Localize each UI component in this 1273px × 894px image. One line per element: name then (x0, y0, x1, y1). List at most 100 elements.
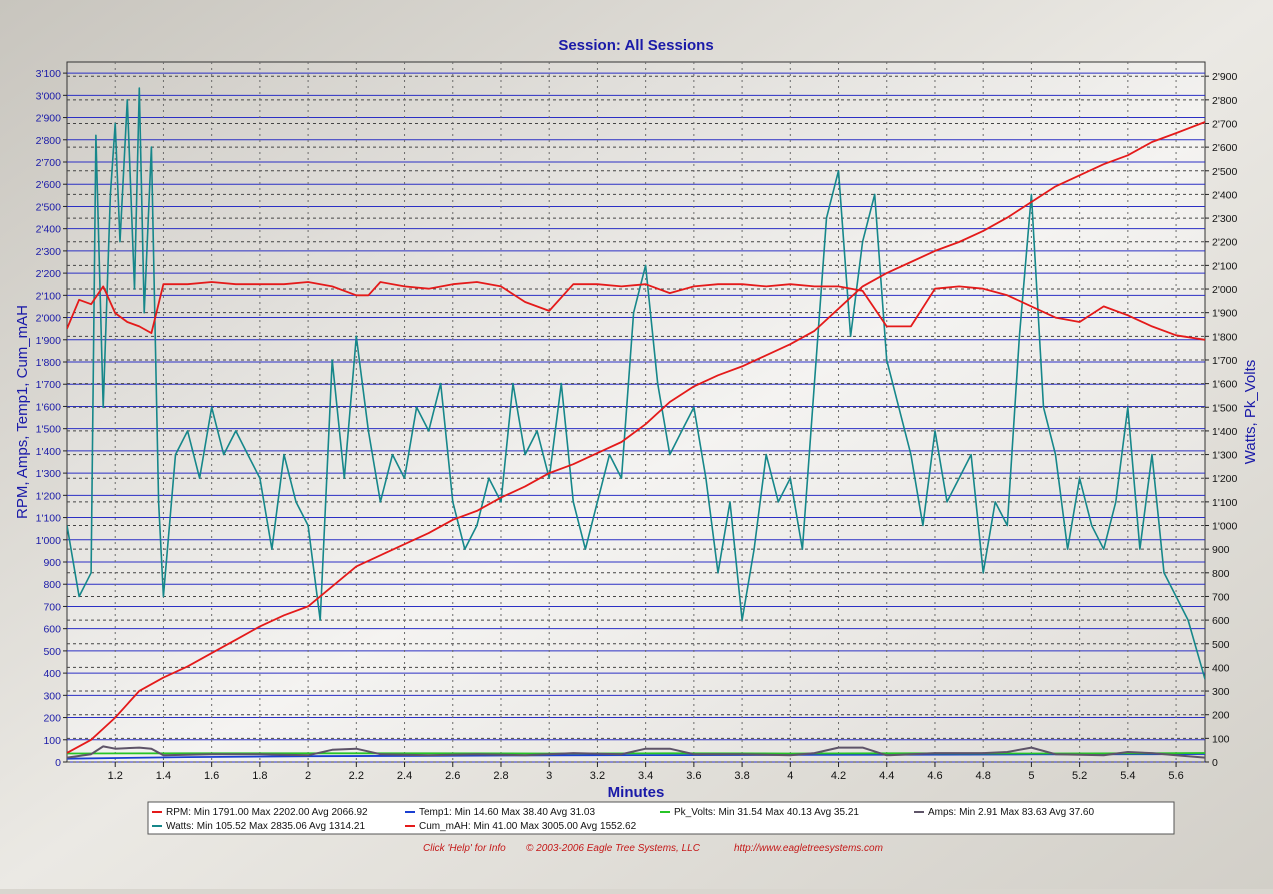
plot-area (66, 61, 1206, 763)
y-right-tick-label-21: 2'100 (1212, 260, 1238, 272)
y-left-tick-label-0: 0 (55, 757, 61, 769)
x-tick-label-21: 5.4 (1120, 770, 1135, 782)
y-right-tick-label-26: 2'600 (1212, 142, 1238, 154)
y-left-tick-label-26: 2'600 (36, 179, 62, 191)
y-left-tick-label-22: 2'200 (36, 268, 62, 280)
x-tick-label-4: 2 (305, 770, 311, 782)
y-left-tick-label-5: 500 (43, 646, 61, 658)
y-right-tick-label-15: 1'500 (1212, 402, 1238, 414)
y-right-tick-label-2: 200 (1212, 710, 1230, 722)
y-right-tick-label-7: 700 (1212, 591, 1230, 603)
x-tick-label-12: 3.6 (686, 770, 701, 782)
y-left-tick-label-4: 400 (43, 668, 61, 680)
x-tick-label-15: 4.2 (831, 770, 846, 782)
y-right-tick-label-25: 2'500 (1212, 166, 1238, 178)
y-right-tick-label-5: 500 (1212, 639, 1230, 651)
y-left-tick-label-8: 800 (43, 579, 61, 591)
y-left-tick-label-31: 3'100 (36, 68, 62, 80)
y-right-tick-label-12: 1'200 (1212, 473, 1238, 485)
footer-copyright: © 2003-2006 Eagle Tree Systems, LLC (526, 843, 701, 854)
x-tick-label-16: 4.4 (879, 770, 894, 782)
y-left-tick-label-16: 1'600 (36, 401, 62, 413)
x-tick-label-19: 5 (1028, 770, 1034, 782)
y-left-tick-label-13: 1'300 (36, 468, 62, 480)
y-right-tick-label-19: 1'900 (1212, 308, 1238, 320)
y-right-tick-label-14: 1'400 (1212, 426, 1238, 438)
y-right-tick-label-8: 800 (1212, 568, 1230, 580)
y-left-tick-label-7: 700 (43, 601, 61, 613)
legend-entry-pk_volts: Pk_Volts: Min 31.54 Max 40.13 Avg 35.21 (674, 807, 859, 818)
legend-entry-rpm: RPM: Min 1791.00 Max 2202.00 Avg 2066.92 (166, 807, 368, 818)
y-left-tick-label-12: 1'200 (36, 490, 62, 502)
x-tick-label-1: 1.4 (156, 770, 171, 782)
y-left-axis-label: RPM, Amps, Temp1, Cum_mAH (14, 305, 31, 519)
y-left-tick-label-27: 2'700 (36, 157, 62, 169)
y-right-tick-label-0: 0 (1212, 757, 1218, 769)
y-left-tick-label-24: 2'400 (36, 224, 62, 236)
y-right-tick-label-20: 2'000 (1212, 284, 1238, 296)
y-left-tick-label-28: 2'800 (36, 135, 62, 147)
y-right-tick-label-22: 2'200 (1212, 237, 1238, 249)
x-tick-label-18: 4.8 (976, 770, 991, 782)
y-left-tick-label-21: 2'100 (36, 290, 62, 302)
y-right-tick-label-11: 1'100 (1212, 497, 1238, 509)
y-right-tick-label-16: 1'600 (1212, 379, 1238, 391)
y-left-tick-label-18: 1'800 (36, 357, 62, 369)
y-right-tick-label-23: 2'300 (1212, 213, 1238, 225)
chart-svg: 1.2 1.4 1.6 1.8 2 2.2 2.4 2.6 2.8 3 3.2 3.4 3.6 3.8 4 4… (0, 0, 1273, 889)
footer-help[interactable]: Click 'Help' for Info (423, 843, 506, 854)
y-left-tick-label-10: 1'000 (36, 535, 62, 547)
chart-title: Session: All Sessions (558, 37, 713, 54)
x-tick-label-6: 2.4 (397, 770, 412, 782)
y-right-tick-label-13: 1'300 (1212, 450, 1238, 462)
y-left-tick-label-23: 2'300 (36, 246, 62, 258)
y-right-tick-label-29: 2'900 (1212, 71, 1238, 83)
x-tick-label-20: 5.2 (1072, 770, 1087, 782)
footer-url-link[interactable]: http://www.eagletreesystems.com (734, 843, 883, 854)
legend-entry-cum_mah: Cum_mAH: Min 41.00 Max 3005.00 Avg 1552.… (419, 821, 637, 832)
y-right-tick-label-18: 1'800 (1212, 331, 1238, 343)
y-left-tick-label-19: 1'900 (36, 335, 62, 347)
y-left-tick-label-20: 2'000 (36, 313, 62, 325)
x-tick-label-9: 3 (546, 770, 552, 782)
x-tick-label-8: 2.8 (493, 770, 508, 782)
legend-entry-watts: Watts: Min 105.52 Max 2835.06 Avg 1314.2… (166, 821, 365, 832)
x-tick-label-5: 2.2 (349, 770, 364, 782)
y-right-tick-label-4: 400 (1212, 662, 1230, 674)
y-right-tick-label-6: 600 (1212, 615, 1230, 627)
y-right-tick-label-27: 2'700 (1212, 118, 1238, 130)
y-left-tick-label-9: 900 (43, 557, 61, 569)
y-right-tick-label-9: 900 (1212, 544, 1230, 556)
y-left-tick-label-15: 1'500 (36, 424, 62, 436)
y-left-tick-label-17: 1'700 (36, 379, 62, 391)
y-left-tick-label-30: 3'000 (36, 90, 62, 102)
y-left-tick-label-11: 1'100 (36, 513, 62, 525)
y-left-tick-label-1: 100 (43, 735, 61, 747)
y-left-tick-label-6: 600 (43, 624, 61, 636)
y-right-axis-label: Watts, Pk_Volts (1242, 360, 1259, 464)
x-tick-label-10: 3.2 (590, 770, 605, 782)
x-tick-label-11: 3.4 (638, 770, 653, 782)
y-left-tick-label-29: 2'900 (36, 113, 62, 125)
legend-entry-amps: Amps: Min 2.91 Max 83.63 Avg 37.60 (928, 807, 1094, 818)
x-tick-label-3: 1.8 (252, 770, 267, 782)
x-tick-label-13: 3.8 (734, 770, 749, 782)
y-right-tick-label-17: 1'700 (1212, 355, 1238, 367)
x-tick-label-0: 1.2 (108, 770, 123, 782)
x-tick-label-7: 2.6 (445, 770, 460, 782)
footer: Click 'Help' for Info © 2003-2006 Eagle … (423, 843, 883, 854)
x-tick-label-22: 5.6 (1168, 770, 1183, 782)
eagle-tree-chart-window: 1.2 1.4 1.6 1.8 2 2.2 2.4 2.6 2.8 3 3.2 3.4 3.6 3.8 4 4… (0, 0, 1273, 889)
x-axis-label: Minutes (608, 784, 665, 801)
x-tick-label-17: 4.6 (927, 770, 942, 782)
legend-box: RPM: Min 1791.00 Max 2202.00 Avg 2066.92… (147, 801, 1175, 835)
y-right-tick-label-28: 2'800 (1212, 95, 1238, 107)
x-tick-label-14: 4 (787, 770, 793, 782)
y-right-tick-label-3: 300 (1212, 686, 1230, 698)
y-right-tick-label-1: 100 (1212, 733, 1230, 745)
y-left-tick-label-2: 200 (43, 713, 61, 725)
x-tick-label-2: 1.6 (204, 770, 219, 782)
legend-entry-temp1: Temp1: Min 14.60 Max 38.40 Avg 31.03 (419, 807, 595, 818)
y-right-tick-label-24: 2'400 (1212, 189, 1238, 201)
y-left-tick-label-14: 1'400 (36, 446, 62, 458)
